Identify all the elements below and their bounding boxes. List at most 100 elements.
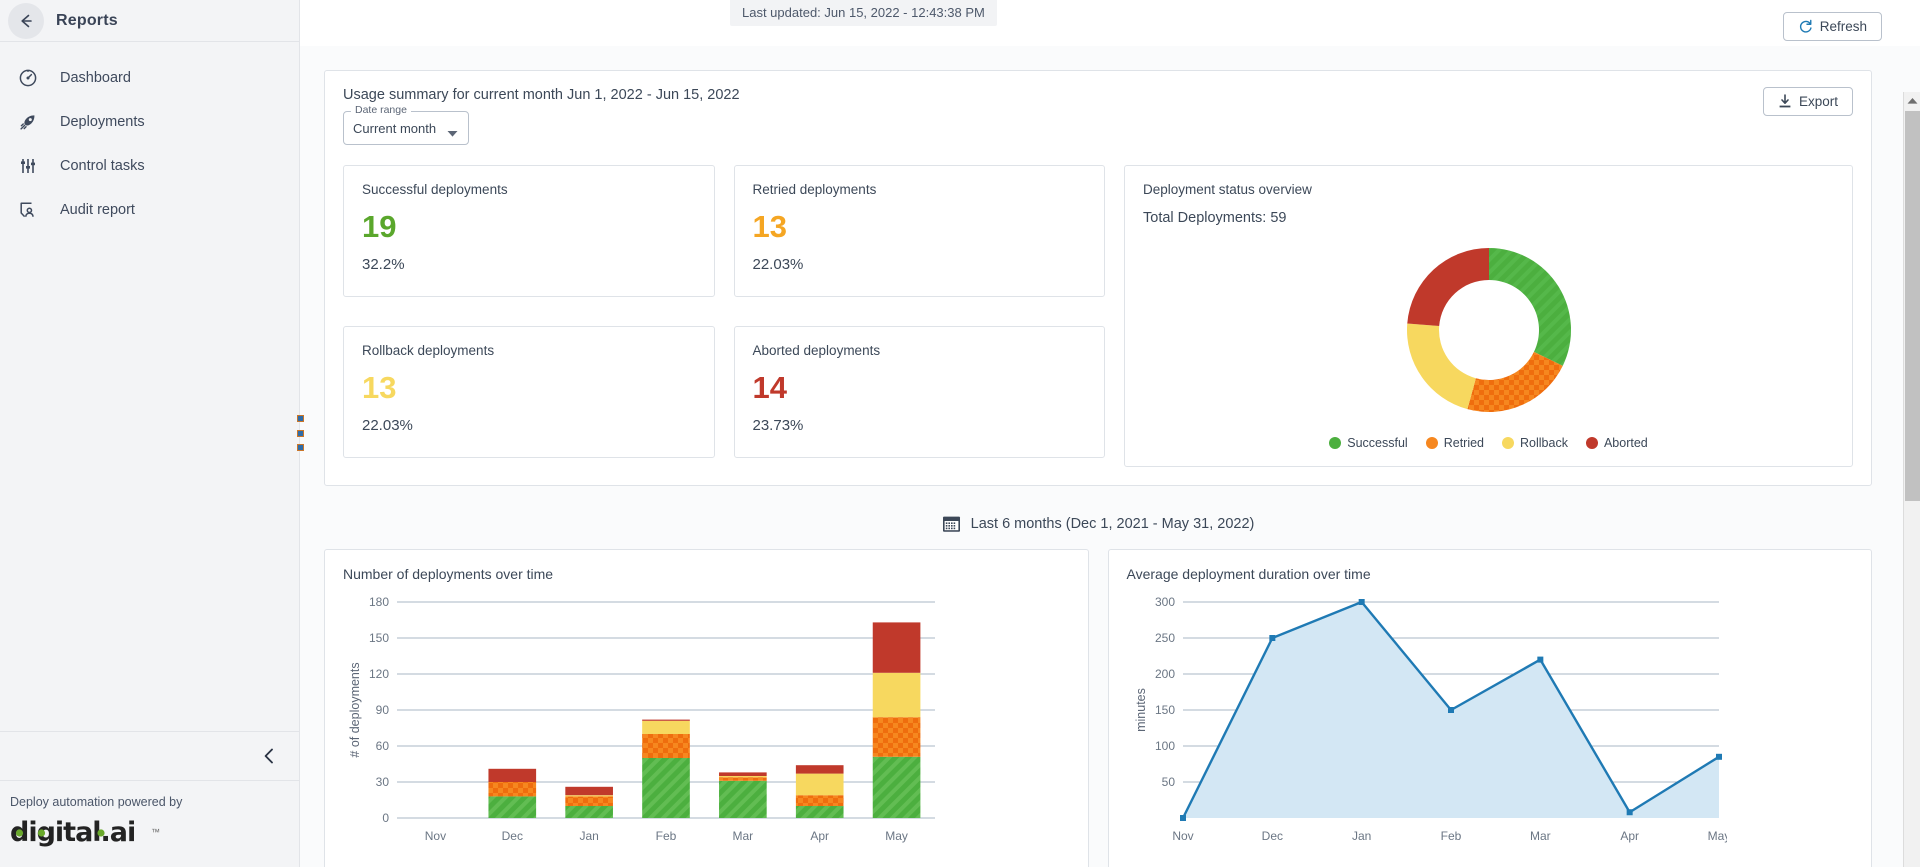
legend-item-aborted[interactable]: Aborted: [1585, 436, 1648, 450]
usage-summary-panel: Usage summary for current month Jun 1, 2…: [324, 70, 1872, 486]
kpi-title: Aborted deployments: [752, 342, 881, 358]
drag-dots-icon: [296, 444, 304, 451]
legend-dot-icon: [1585, 437, 1598, 449]
last-updated-badge: Last updated: Jun 15, 2022 - 12:43:38 PM: [730, 0, 997, 26]
logo-trademark: ™: [151, 827, 160, 837]
charts-row: Number of deployments over time 0 30 60 …: [324, 549, 1872, 867]
date-range-select[interactable]: Date range Current month: [343, 104, 469, 145]
kpi-title: Retried deployments: [752, 182, 877, 197]
sidebar-nav: Dashboard Deployments Control tasks Audi…: [0, 42, 299, 731]
sidebar-resize-handle[interactable]: [293, 415, 307, 451]
donut-title: Deployment status overview: [1143, 182, 1312, 197]
kpi-value: 13: [362, 369, 397, 405]
sidebar-collapse-button[interactable]: [0, 731, 299, 781]
kpi-title: Rollback deployments: [362, 342, 495, 358]
deployments-over-time-card: Number of deployments over time 0 30 60 …: [324, 549, 1089, 867]
svg-text:0: 0: [382, 811, 389, 825]
powered-by-text: Deploy automation powered by: [10, 795, 183, 809]
sidebar-item-control-tasks[interactable]: Control tasks: [0, 144, 299, 188]
kpi-title: Successful deployments: [362, 182, 508, 197]
avg-duration-area-chart[interactable]: 50 100 150 200 250 300 minutes Nov Dec Jan Feb Mar A…: [1127, 588, 1730, 867]
legend-label: Successful: [1347, 436, 1408, 450]
kpi-value: 19: [362, 209, 397, 244]
svg-text:Dec: Dec: [1261, 829, 1282, 843]
svg-text:# of deployments: # of deployments: [348, 662, 362, 757]
refresh-icon: [1799, 19, 1812, 33]
kpi-area: Successful deployments 19 32.2% Retried …: [343, 165, 1853, 467]
sidebar-item-audit-report[interactable]: Audit report: [0, 188, 299, 232]
dashboard-content: Usage summary for current month Jun 1, 2…: [300, 46, 1920, 867]
kpi-card-aborted: Aborted deployments 14 23.73%: [733, 325, 1105, 458]
gauge-icon: [12, 68, 44, 88]
legend-dot-icon: [1502, 437, 1515, 449]
back-button[interactable]: [8, 2, 44, 39]
sliders-icon: [12, 156, 44, 176]
digital-ai-logo-mark: digital.ai: [10, 817, 136, 848]
avg-duration-card: Average deployment duration over time 50…: [1107, 549, 1872, 867]
sidebar-item-deployments[interactable]: Deployments: [0, 100, 299, 144]
chevron-left-icon: [264, 748, 273, 764]
svg-text:60: 60: [376, 739, 390, 753]
legend-dot-icon: [1425, 437, 1438, 449]
date-range-label: Date range: [351, 104, 411, 116]
kpi-card-rollback: Rollback deployments 13 22.03%: [343, 325, 715, 458]
scroll-area: Usage summary for current month Jun 1, 2…: [300, 46, 1920, 867]
legend-label: Aborted: [1603, 436, 1648, 450]
kpi-card-retried: Retried deployments 13 22.03%: [733, 165, 1105, 297]
legend-item-rollback[interactable]: Rollback: [1502, 436, 1568, 450]
caret-up-icon: [1907, 97, 1917, 104]
calendar-icon: [942, 516, 960, 532]
svg-text:Nov: Nov: [1172, 829, 1193, 843]
legend-item-successful[interactable]: Successful: [1329, 436, 1408, 450]
deployments-bar-chart[interactable]: 0 30 60 90 120 150 180 # of deployments Nov Dec Ja…: [343, 588, 943, 867]
donut-chart[interactable]: [1143, 230, 1834, 430]
svg-text:100: 100: [1154, 739, 1174, 753]
sidebar-item-dashboard[interactable]: Dashboard: [0, 56, 299, 100]
sidebar-footer: Deploy automation powered by digital.ai …: [0, 781, 299, 867]
date-range-banner-text: Last 6 months (Dec 1, 2021 - May 31, 202…: [970, 515, 1255, 532]
vertical-scrollbar[interactable]: [1903, 92, 1920, 867]
sidebar-header: Reports: [0, 0, 299, 42]
svg-text:50: 50: [1161, 775, 1175, 789]
date-range-value: Current month: [353, 120, 437, 136]
main-content: Last updated: Jun 15, 2022 - 12:43:38 PM…: [300, 0, 1920, 867]
svg-text:150: 150: [1154, 703, 1174, 717]
svg-text:90: 90: [376, 703, 390, 717]
kpi-card-successful: Successful deployments 19 32.2%: [343, 165, 715, 297]
download-icon: [1779, 94, 1791, 108]
svg-text:150: 150: [369, 631, 389, 645]
svg-text:Feb: Feb: [1440, 829, 1461, 843]
sidebar: Reports Dashboard Deployments Control ta…: [0, 0, 300, 867]
sidebar-item-label: Control tasks: [60, 158, 145, 174]
export-button[interactable]: Export: [1762, 87, 1853, 116]
svg-text:250: 250: [1154, 631, 1174, 645]
rocket-icon: [12, 112, 44, 132]
svg-text:Nov: Nov: [425, 829, 446, 843]
arrow-left-icon: [21, 14, 32, 27]
legend-item-retried[interactable]: Retried: [1425, 436, 1485, 450]
svg-text:Mar: Mar: [733, 829, 754, 843]
svg-text:May: May: [1707, 829, 1726, 843]
svg-text:Apr: Apr: [1620, 829, 1639, 843]
svg-text:Jan: Jan: [1351, 829, 1370, 843]
svg-text:Dec: Dec: [502, 829, 523, 843]
svg-text:120: 120: [369, 667, 389, 681]
chevron-down-icon: [447, 125, 458, 143]
svg-text:30: 30: [376, 775, 390, 789]
kpi-percent: 22.03%: [362, 416, 413, 434]
refresh-button[interactable]: Refresh: [1782, 12, 1882, 41]
svg-text:minutes: minutes: [1134, 688, 1148, 732]
sidebar-item-label: Audit report: [60, 202, 135, 218]
kpi-value: 13: [752, 209, 787, 244]
refresh-label: Refresh: [1819, 19, 1867, 34]
sidebar-item-label: Dashboard: [60, 70, 131, 86]
kpi-percent: 32.2%: [362, 256, 405, 273]
donut-chart-svg: [1406, 248, 1571, 412]
donut-legend: Successful Retried Rollback Aborted: [1143, 436, 1834, 450]
drag-dots-icon: [296, 415, 304, 422]
scroll-up-button[interactable]: [1904, 92, 1920, 109]
sidebar-item-label: Deployments: [60, 114, 145, 130]
scrollbar-thumb[interactable]: [1905, 111, 1920, 501]
date-range-banner: Last 6 months (Dec 1, 2021 - May 31, 202…: [324, 514, 1872, 533]
legend-label: Retried: [1443, 436, 1485, 450]
